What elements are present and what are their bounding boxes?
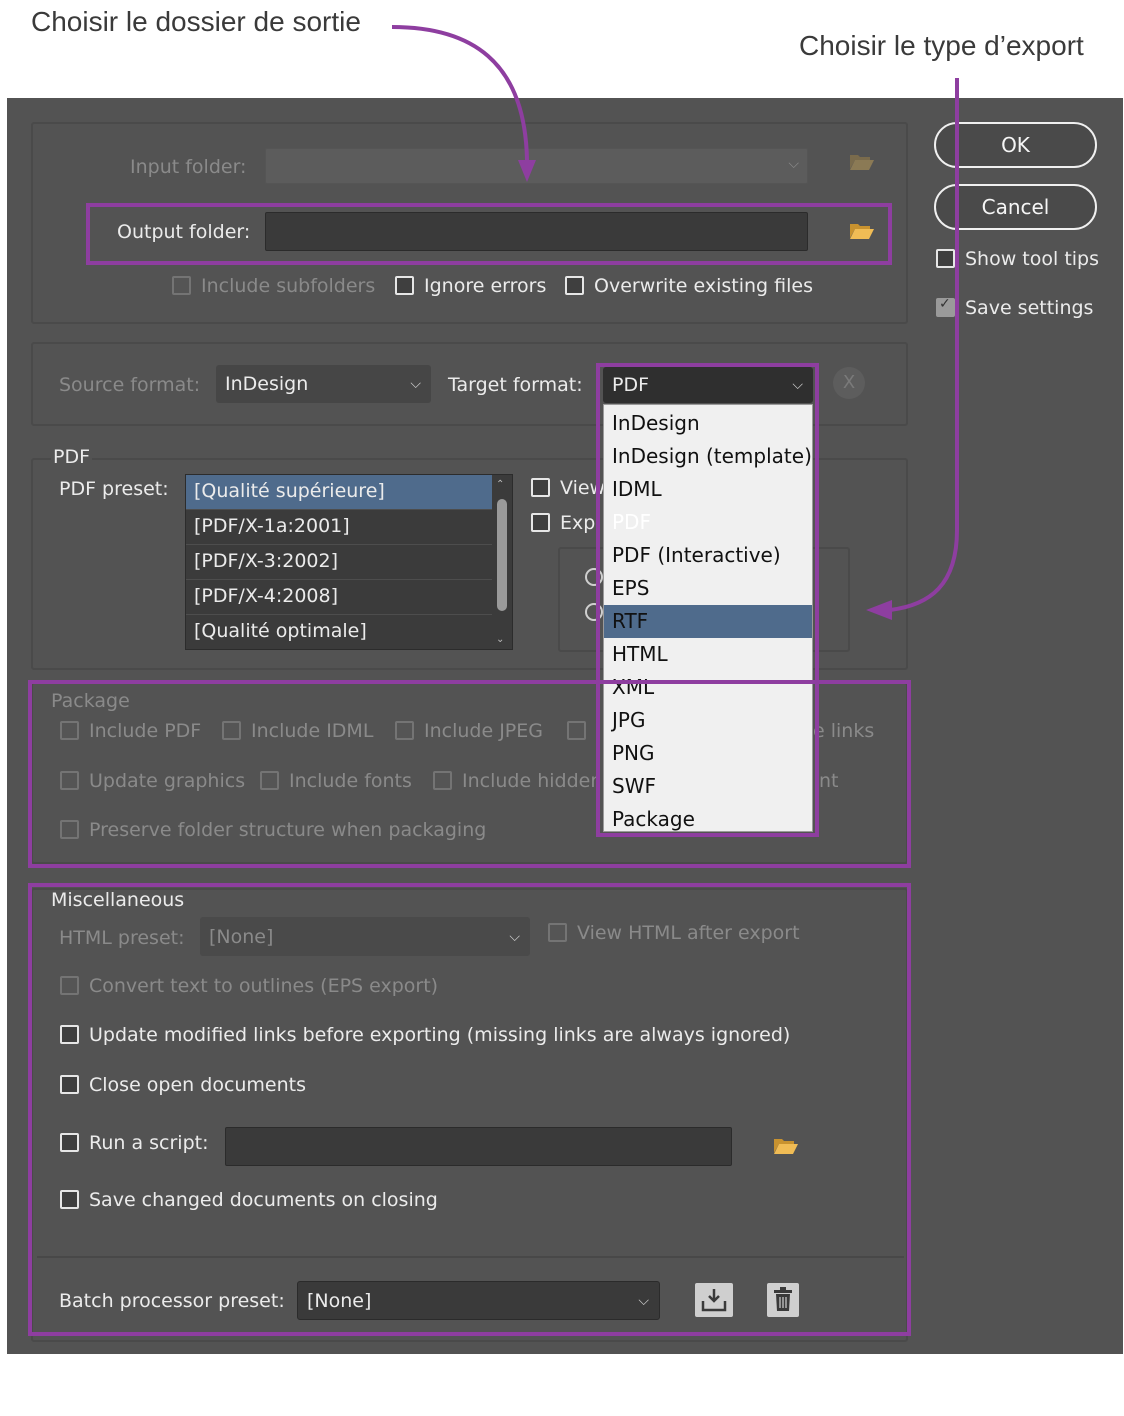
arrow-to-output-folder <box>391 25 529 161</box>
arrow-to-format-list <box>889 78 959 612</box>
callout-arrows <box>391 25 959 620</box>
arrowhead-icon <box>866 600 892 620</box>
arrowhead-icon <box>518 160 536 182</box>
